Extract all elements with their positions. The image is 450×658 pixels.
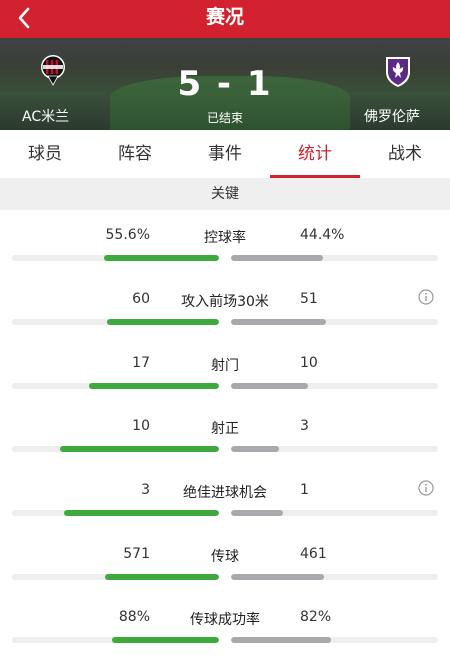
home-bar-track	[12, 574, 219, 580]
away-bar-fill	[231, 319, 327, 325]
stat-away-value: 51	[300, 291, 318, 307]
stat-row-pass-accuracy: 88% 传球成功率 82%	[0, 592, 450, 656]
away-bar-fill	[231, 255, 323, 261]
stat-away-value: 44.4%	[300, 227, 345, 243]
away-bar-track	[231, 637, 438, 643]
stat-row-final-third-entries: 60 攻入前场30米 51	[0, 274, 450, 338]
info-icon[interactable]	[418, 480, 434, 496]
tab-bar: 球员 阵容 事件 统计 战术	[0, 130, 450, 178]
stat-label: 绝佳进球机会	[183, 485, 267, 501]
stat-away-value: 1	[300, 482, 309, 498]
stat-label: 控球率	[204, 230, 246, 246]
stat-away-value: 10	[300, 355, 318, 371]
stat-row-passes: 571 传球 461	[0, 529, 450, 593]
tab-tactics[interactable]: 战术	[360, 130, 450, 178]
stat-label: 射正	[211, 421, 239, 437]
home-bar-track	[12, 255, 219, 261]
home-bar-track	[12, 637, 219, 643]
home-bar-fill	[103, 255, 219, 261]
away-bar-fill	[231, 510, 283, 516]
stat-label: 攻入前场30米	[181, 294, 269, 310]
stat-label: 射门	[211, 358, 239, 374]
home-bar-fill	[63, 510, 219, 516]
home-bar-track	[12, 383, 219, 389]
section-header-key: 关键	[0, 178, 450, 210]
stat-row-possession: 55.6% 控球率 44.4%	[0, 210, 450, 274]
page-title: 赛况	[205, 6, 244, 28]
home-bar-track	[12, 319, 219, 325]
stat-away-value: 461	[300, 546, 327, 562]
stat-row-shots-on-target: 10 射正 3	[0, 401, 450, 465]
stat-away-value: 3	[300, 418, 309, 434]
home-bar-fill	[104, 574, 219, 580]
away-bar-fill	[231, 574, 324, 580]
away-bar-fill	[231, 446, 279, 452]
home-bar-track	[12, 510, 219, 516]
away-bar-fill	[231, 383, 308, 389]
stat-row-big-chances: 3 绝佳进球机会 1	[0, 465, 450, 529]
info-icon[interactable]	[418, 289, 434, 305]
away-bar-track	[231, 319, 438, 325]
away-bar-track	[231, 446, 438, 452]
stat-label: 传球	[211, 549, 239, 565]
top-nav-bar: 赛况	[0, 0, 450, 38]
match-score: 5 - 1	[177, 64, 273, 104]
tab-events[interactable]: 事件	[180, 130, 270, 178]
home-bar-fill	[59, 446, 219, 452]
away-bar-track	[231, 255, 438, 261]
home-bar-track	[12, 446, 219, 452]
away-bar-track	[231, 383, 438, 389]
match-header: AC米兰 5 - 1 已结束 佛罗伦萨	[0, 38, 450, 130]
stat-away-value: 82%	[300, 609, 332, 625]
tab-stats[interactable]: 统计	[270, 130, 360, 178]
away-bar-track	[231, 574, 438, 580]
home-bar-fill	[107, 319, 219, 325]
stat-label: 传球成功率	[190, 612, 260, 628]
tab-lineup[interactable]: 阵容	[90, 130, 180, 178]
fiorentina-crest-icon[interactable]	[384, 54, 412, 88]
tab-players[interactable]: 球员	[0, 130, 90, 178]
home-bar-fill	[88, 383, 219, 389]
away-bar-fill	[231, 637, 331, 643]
stat-row-shots: 17 射门 10	[0, 338, 450, 402]
away-bar-track	[231, 510, 438, 516]
away-team-name[interactable]: 佛罗伦萨	[364, 106, 420, 126]
home-bar-fill	[111, 637, 219, 643]
